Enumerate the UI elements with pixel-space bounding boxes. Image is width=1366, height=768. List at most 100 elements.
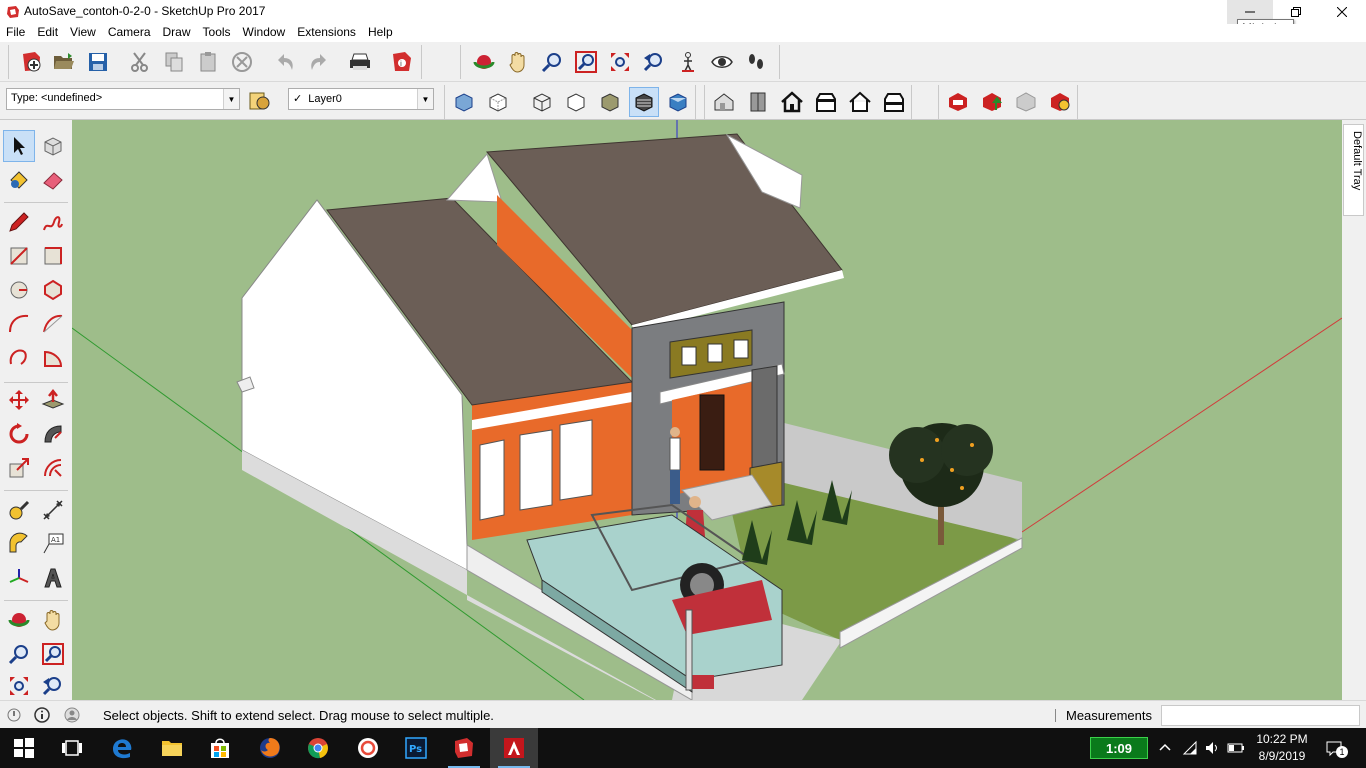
battery-timer[interactable]: 1:09 — [1090, 737, 1148, 759]
volume-icon[interactable] — [1202, 738, 1222, 758]
pan-tool-button[interactable] — [37, 604, 69, 636]
back-edges-button[interactable] — [483, 87, 513, 117]
right-view-button[interactable] — [811, 87, 841, 117]
model-info-button[interactable]: i — [387, 47, 417, 77]
text-tool-button[interactable]: A1 — [37, 528, 69, 560]
chevron-up-icon[interactable] — [1155, 738, 1175, 758]
zoom-extents-button[interactable] — [605, 47, 635, 77]
layer-combo[interactable]: ✓ Layer0 ▼ — [288, 88, 434, 110]
menu-edit[interactable]: Edit — [31, 24, 64, 42]
zoom-window-tool-button[interactable] — [37, 638, 69, 670]
front-view-button[interactable] — [777, 87, 807, 117]
circle-tool-button[interactable] — [3, 274, 35, 306]
file-explorer-button[interactable] — [148, 728, 196, 768]
line-tool-button[interactable] — [3, 206, 35, 238]
zoom-window-button[interactable] — [571, 47, 601, 77]
share-model-button[interactable] — [977, 87, 1007, 117]
edge-taskbar-button[interactable] — [98, 728, 146, 768]
photoshop-button[interactable]: Ps — [392, 728, 440, 768]
hidden-line-button[interactable] — [561, 87, 591, 117]
default-tray-tab[interactable]: Default Tray — [1343, 124, 1364, 216]
cut-button[interactable] — [125, 47, 155, 77]
menu-window[interactable]: Window — [237, 24, 292, 42]
menu-help[interactable]: Help — [362, 24, 399, 42]
new-button[interactable] — [17, 47, 47, 77]
shaded-button[interactable] — [595, 87, 625, 117]
3d-text-button[interactable] — [37, 562, 69, 594]
previous-view-tool-button[interactable] — [37, 670, 69, 702]
polygon-tool-button[interactable] — [37, 274, 69, 306]
menu-draw[interactable]: Draw — [157, 24, 197, 42]
iso-view-button[interactable] — [709, 87, 739, 117]
select-tool-button[interactable] — [3, 130, 35, 162]
system-clock[interactable]: 10:22 PM 8/9/2019 — [1248, 731, 1316, 765]
battery-icon[interactable] — [1226, 738, 1246, 758]
paint-styles-button[interactable] — [244, 86, 274, 116]
three-point-arc-button[interactable] — [3, 342, 35, 374]
left-view-button[interactable] — [879, 87, 909, 117]
rotate-tool-button[interactable] — [3, 418, 35, 450]
move-tool-button[interactable] — [3, 384, 35, 416]
pie-tool-button[interactable] — [37, 342, 69, 374]
model-viewport[interactable] — [72, 120, 1342, 700]
user-account-icon[interactable] — [64, 707, 80, 723]
erase-button[interactable] — [227, 47, 257, 77]
menu-view[interactable]: View — [64, 24, 102, 42]
freehand-tool-button[interactable] — [37, 206, 69, 238]
paste-button[interactable] — [193, 47, 223, 77]
pan-button[interactable] — [503, 47, 533, 77]
undo-button[interactable] — [271, 47, 301, 77]
monochrome-button[interactable] — [663, 87, 693, 117]
rotated-rectangle-button[interactable] — [37, 240, 69, 272]
two-point-arc-button[interactable] — [37, 308, 69, 340]
share-component-button[interactable] — [1011, 87, 1041, 117]
start-button[interactable] — [0, 728, 48, 768]
action-center-icon[interactable]: 1 — [1324, 738, 1348, 758]
store-button[interactable] — [196, 728, 244, 768]
push-pull-button[interactable] — [37, 384, 69, 416]
zoom-tool-button[interactable] — [3, 638, 35, 670]
measurements-input[interactable] — [1161, 705, 1360, 726]
3d-warehouse-button[interactable] — [943, 87, 973, 117]
sketchup-taskbar-button[interactable] — [440, 728, 488, 768]
wireframe-button[interactable] — [527, 87, 557, 117]
menu-extensions[interactable]: Extensions — [291, 24, 362, 42]
print-button[interactable] — [345, 47, 375, 77]
zoom-extents-tool-button[interactable] — [3, 670, 35, 702]
menu-tools[interactable]: Tools — [197, 24, 237, 42]
arc-tool-button[interactable] — [3, 308, 35, 340]
firefox-button[interactable] — [246, 728, 294, 768]
previous-view-button[interactable] — [639, 47, 669, 77]
extension-warehouse-button[interactable] — [1045, 87, 1075, 117]
geo-location-icon[interactable] — [6, 707, 22, 723]
app-a-button[interactable] — [344, 728, 392, 768]
task-view-button[interactable] — [48, 728, 96, 768]
open-button[interactable] — [49, 47, 79, 77]
wifi-icon[interactable] — [1180, 738, 1200, 758]
copy-button[interactable] — [159, 47, 189, 77]
top-view-button[interactable] — [743, 87, 773, 117]
menu-file[interactable]: File — [0, 24, 31, 42]
eraser-button[interactable] — [37, 164, 69, 196]
shaded-textures-button[interactable] — [629, 87, 659, 117]
chrome-button[interactable] — [294, 728, 342, 768]
axes-tool-button[interactable] — [3, 562, 35, 594]
redo-button[interactable] — [303, 47, 333, 77]
scale-tool-button[interactable] — [3, 452, 35, 484]
orbit-tool-button[interactable] — [3, 604, 35, 636]
info-icon[interactable] — [34, 707, 50, 723]
rectangle-tool-button[interactable] — [3, 240, 35, 272]
save-button[interactable] — [83, 47, 113, 77]
tape-measure-button[interactable] — [3, 494, 35, 526]
protractor-button[interactable] — [3, 528, 35, 560]
back-view-button[interactable] — [845, 87, 875, 117]
position-camera-button[interactable] — [673, 47, 703, 77]
look-around-button[interactable] — [707, 47, 737, 77]
autocad-taskbar-button[interactable] — [490, 728, 538, 768]
close-button[interactable] — [1319, 0, 1365, 24]
follow-me-button[interactable] — [37, 418, 69, 450]
offset-tool-button[interactable] — [37, 452, 69, 484]
menu-camera[interactable]: Camera — [102, 24, 157, 42]
zoom-button[interactable] — [537, 47, 567, 77]
walk-button[interactable] — [741, 47, 771, 77]
